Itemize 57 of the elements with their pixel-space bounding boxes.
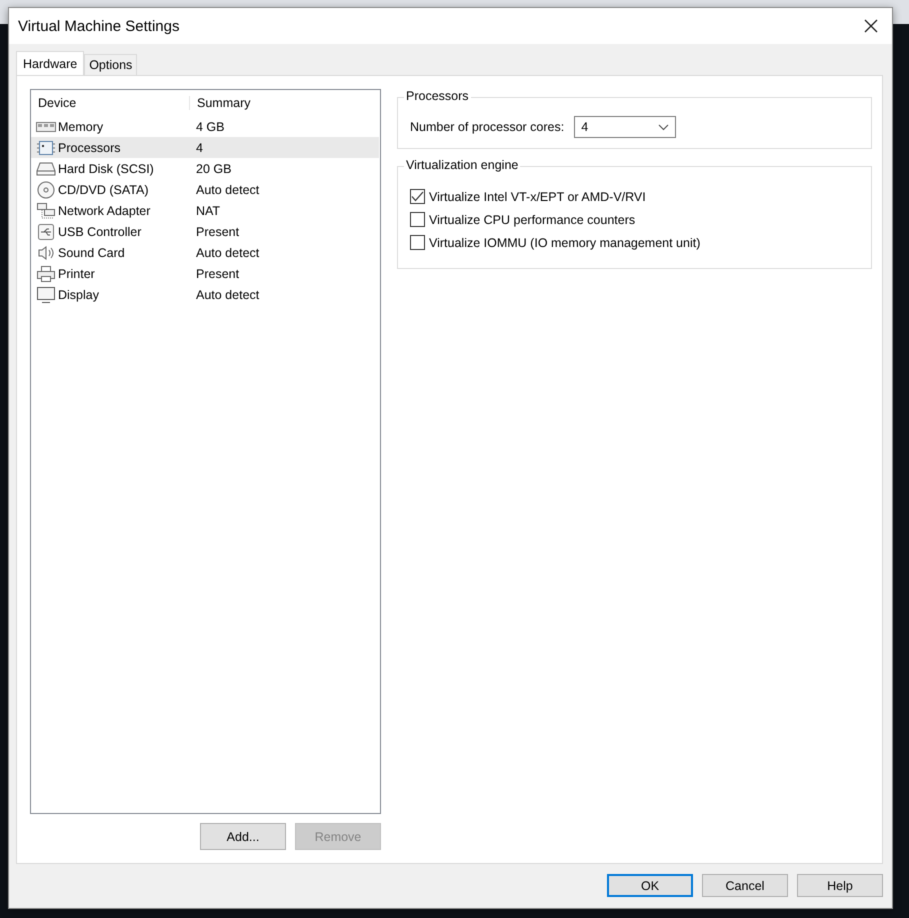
device-summary: NAT	[195, 204, 222, 218]
device-name: Processors	[58, 140, 121, 154]
dialog-button[interactable]: Help	[797, 874, 883, 897]
device-row[interactable]: Network Adapter NAT	[31, 200, 380, 221]
device-summary: 4 GB	[195, 120, 226, 134]
network-icon	[36, 202, 56, 220]
dialog-button[interactable]: OK	[607, 874, 693, 897]
disc-icon	[36, 180, 56, 198]
monitor-icon	[36, 286, 56, 304]
device-row[interactable]: Sound Card Auto detect	[31, 242, 380, 263]
memory-icon	[36, 120, 56, 134]
speaker-icon	[36, 244, 56, 260]
window-title: Virtual Machine Settings	[18, 18, 180, 34]
checkbox[interactable]	[410, 212, 425, 227]
device-summary: 20 GB	[195, 162, 232, 176]
tab[interactable]: Hardware	[16, 51, 84, 75]
chevron-down-icon	[658, 124, 670, 130]
device-button[interactable]: Add...	[200, 823, 286, 850]
device-summary: 4	[195, 140, 204, 154]
device-row[interactable]: Hard Disk (SCSI) 20 GB	[31, 158, 380, 179]
tab[interactable]: Options	[84, 54, 138, 75]
disk-drive-icon	[36, 160, 56, 176]
checkbox[interactable]	[410, 189, 425, 204]
printer-icon	[36, 264, 56, 282]
checkbox-label[interactable]: Virtualize Intel VT-x/EPT or AMD-V/RVI	[429, 190, 646, 204]
device-row[interactable]: Display Auto detect	[31, 284, 380, 305]
device-name: Printer	[58, 266, 95, 280]
device-summary: Auto detect	[195, 288, 260, 302]
group-title: Processors	[404, 89, 471, 103]
device-row[interactable]: CD/DVD (SATA) Auto detect	[31, 179, 380, 200]
device-row[interactable]: Printer Present	[31, 263, 380, 284]
device-row[interactable]: Memory 4 GB	[31, 116, 380, 137]
checkbox[interactable]	[410, 235, 425, 250]
device-name: Display	[58, 288, 99, 302]
device-name: Memory	[58, 120, 104, 134]
device-name: CD/DVD (SATA)	[58, 182, 149, 196]
field-label: Number of processor cores:	[410, 120, 564, 134]
device-name: Network Adapter	[58, 204, 150, 218]
chip-icon	[36, 140, 56, 156]
device-summary: Auto detect	[195, 182, 260, 196]
group-title: Virtualization engine	[404, 158, 520, 172]
device-summary: Present	[195, 266, 240, 280]
device-summary: Present	[195, 224, 240, 238]
checkbox-label[interactable]: Virtualize IOMMU (IO memory management unit)	[429, 236, 700, 250]
column-header[interactable]: Summary	[189, 96, 380, 110]
device-name: Sound Card	[58, 246, 125, 260]
device-name: USB Controller	[58, 224, 142, 238]
close-icon[interactable]	[864, 19, 878, 33]
device-summary: Auto detect	[195, 246, 260, 260]
column-header[interactable]: Device	[31, 96, 189, 110]
usb-icon	[36, 222, 56, 240]
dialog-button[interactable]: Cancel	[702, 874, 788, 897]
cores-dropdown[interactable]: 4	[574, 116, 676, 138]
device-row[interactable]: Processors 4	[31, 137, 379, 158]
device-name: Hard Disk (SCSI)	[58, 162, 154, 176]
checkbox-label[interactable]: Virtualize CPU performance counters	[429, 212, 636, 226]
device-row[interactable]: USB Controller Present	[31, 221, 380, 242]
